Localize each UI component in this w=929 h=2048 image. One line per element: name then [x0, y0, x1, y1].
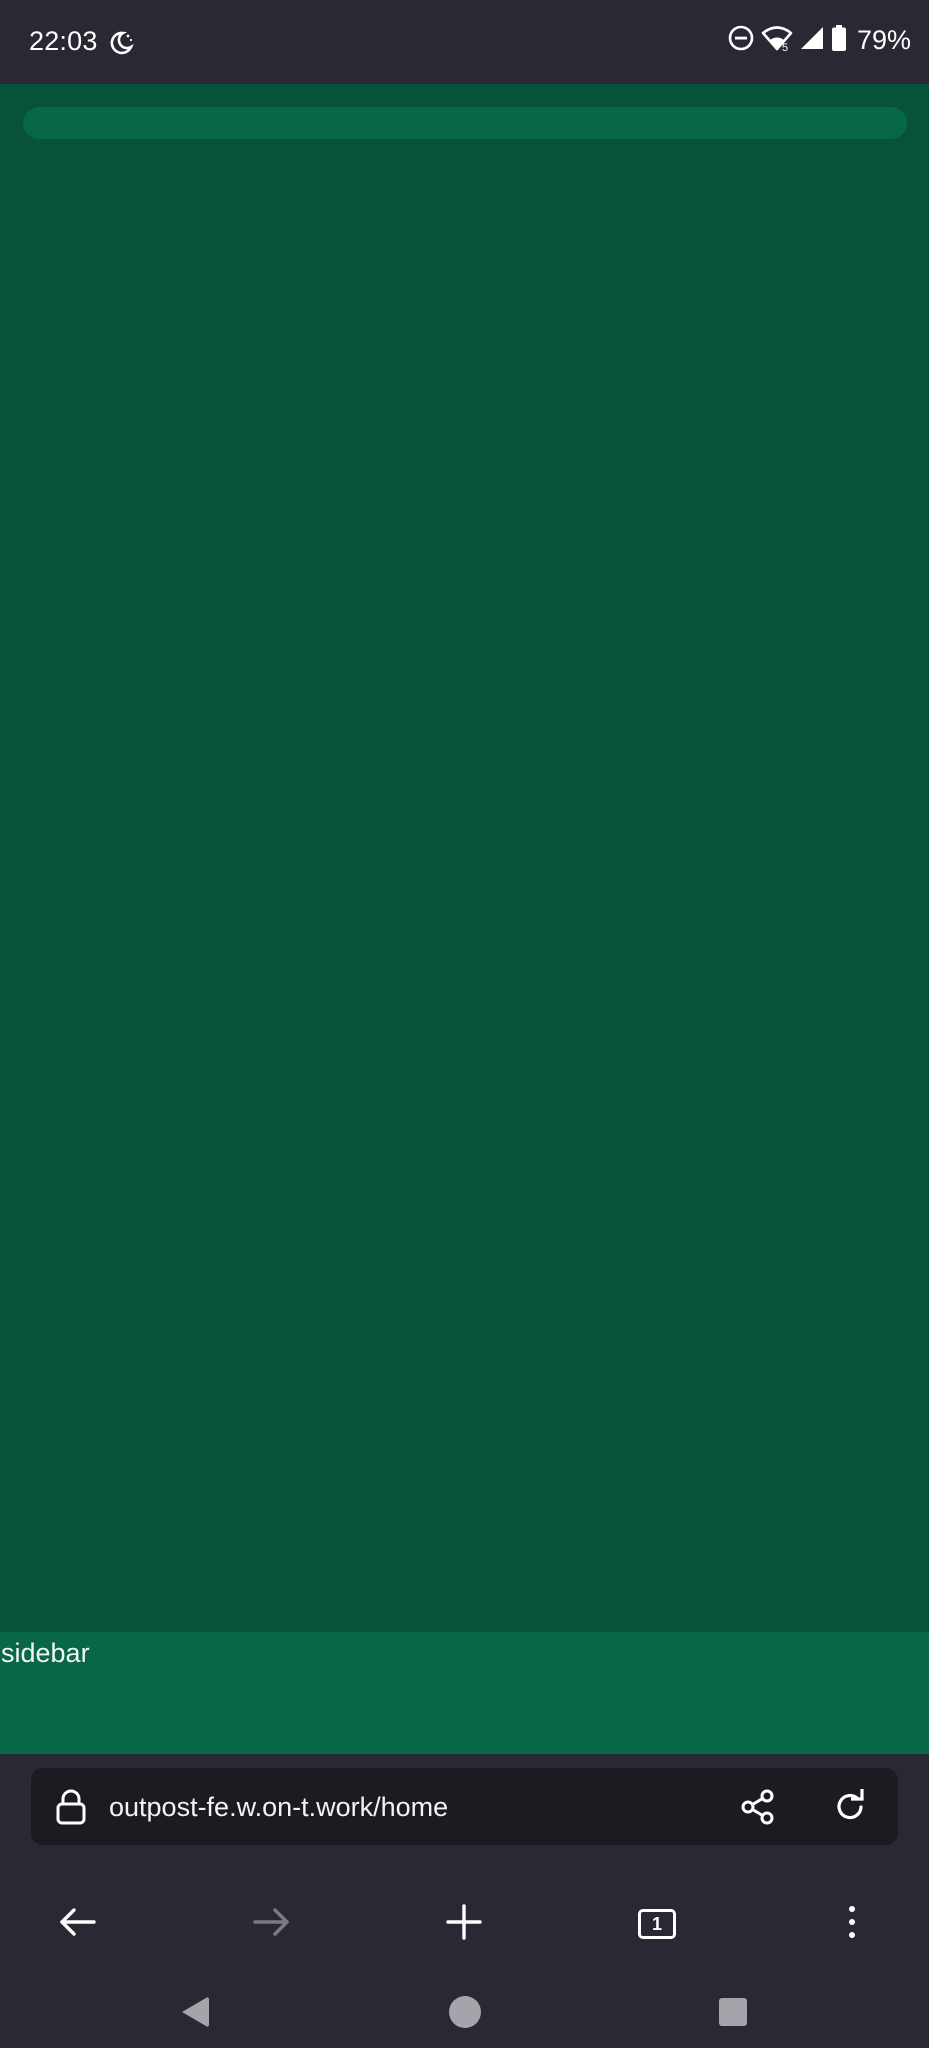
tab-switcher-button[interactable]: 1 — [627, 1894, 687, 1954]
web-page-content — [0, 84, 929, 1632]
overflow-menu-button[interactable] — [822, 1894, 882, 1954]
new-tab-icon — [445, 1903, 483, 1946]
reload-icon[interactable] — [831, 1788, 869, 1831]
wifi-icon: 5 — [761, 24, 793, 57]
url-bar[interactable]: outpost-fe.w.on-t.work/home — [31, 1768, 898, 1845]
tab-count: 1 — [651, 1913, 662, 1934]
battery-percent: 79% — [856, 25, 911, 55]
night-mode-icon — [108, 30, 134, 61]
status-bar: 22:03 5 79% — [0, 0, 929, 84]
signal-icon — [799, 25, 825, 56]
forward-arrow-icon — [251, 1905, 291, 1944]
battery-icon — [831, 24, 847, 57]
nav-home-icon[interactable] — [448, 1994, 482, 2035]
overflow-menu-icon — [847, 1904, 857, 1945]
page-header-pill — [23, 107, 907, 139]
forward-button[interactable] — [241, 1894, 301, 1954]
tab-switcher-icon: 1 — [638, 1909, 676, 1939]
nav-recents-icon[interactable] — [718, 1994, 748, 2035]
lock-icon[interactable] — [53, 1788, 89, 1831]
status-icons: 5 79% — [727, 24, 911, 57]
wifi-badge: 5 — [782, 42, 788, 52]
new-tab-button[interactable] — [434, 1894, 494, 1954]
url-text[interactable]: outpost-fe.w.on-t.work/home — [109, 1792, 448, 1823]
browser-toolbar: 1 — [0, 1894, 929, 1954]
nav-back-icon[interactable] — [178, 1994, 212, 2035]
sidebar-label: sidebar — [1, 1638, 90, 1668]
system-navigation-bar — [0, 1984, 929, 2048]
back-button[interactable] — [48, 1894, 108, 1954]
browser-bottom-chrome: outpost-fe.w.on-t.work/home 1 — [0, 1754, 929, 2048]
back-arrow-icon — [58, 1905, 98, 1944]
sidebar-panel[interactable]: sidebar — [0, 1632, 929, 1754]
status-time: 22:03 — [29, 26, 98, 56]
share-icon[interactable] — [739, 1788, 777, 1831]
do-not-disturb-icon — [727, 24, 755, 57]
